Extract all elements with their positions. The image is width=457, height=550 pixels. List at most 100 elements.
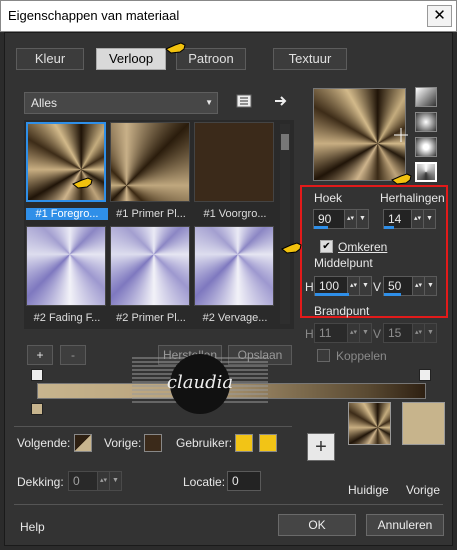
chevron-down-icon[interactable]: ▼	[424, 324, 436, 342]
separator	[14, 426, 292, 427]
watermark-logo: claudia	[132, 354, 268, 414]
chevron-down-icon[interactable]: ▼	[109, 472, 121, 490]
next-color-swatch[interactable]	[74, 434, 92, 452]
gradient-label: #1 Primer Pl...	[116, 208, 186, 220]
brandpunt-h-spinner[interactable]: 11 ▴▾ ▼	[314, 323, 372, 343]
locatie-value: 0	[232, 474, 239, 488]
watermark-text: claudia	[167, 372, 233, 393]
tab-verloop[interactable]: Verloop	[96, 48, 166, 70]
user-color-swatch[interactable]	[235, 434, 253, 452]
hoek-level-bar	[314, 226, 328, 229]
color-stop-marker[interactable]	[31, 403, 43, 415]
omkeren-label: Omkeren	[338, 240, 388, 254]
hoek-label: Hoek	[314, 191, 343, 205]
omkeren-checkbox[interactable]: ✔	[320, 240, 333, 253]
locatie-input[interactable]: 0	[227, 471, 261, 491]
dekking-value: 0	[73, 474, 80, 488]
bv-value: 15	[388, 326, 402, 340]
gradient-thumb[interactable]	[194, 226, 274, 306]
previous-gradient-swatch	[402, 402, 445, 445]
gradient-label: #1 Voorgro...	[203, 208, 267, 220]
vorige-label: Vorige:	[104, 436, 142, 450]
tab-textuur[interactable]: Textuur	[273, 48, 347, 70]
gradient-gallery: #1 Foregro... #1 Primer Pl... #1 Voorgro…	[24, 120, 294, 329]
brandpunt-label: Brandpunt	[314, 304, 370, 318]
gradient-preview	[313, 88, 406, 181]
tab-kleur[interactable]: Kleur	[16, 48, 84, 70]
remove-gradient-button[interactable]: -	[60, 345, 86, 365]
pointer-hand-icon	[72, 177, 93, 189]
ok-button[interactable]: OK	[278, 514, 356, 536]
h-label: H	[305, 280, 314, 294]
chevron-down-icon[interactable]: ▼	[424, 277, 436, 295]
gallery-scroll-thumb[interactable]	[281, 134, 289, 150]
chevron-down-icon[interactable]: ▼	[359, 324, 371, 342]
gradient-label: #2 Primer Pl...	[116, 312, 186, 324]
hoek-spinner[interactable]: 90 ▴▾ ▼	[313, 209, 369, 229]
gradient-label: #2 Vervage...	[202, 312, 268, 324]
category-dropdown[interactable]: Alles ▼	[24, 92, 218, 114]
herhalingen-label: Herhalingen	[380, 191, 445, 205]
spin-up-down-icon[interactable]: ▴▾	[412, 277, 424, 295]
spin-up-down-icon[interactable]: ▴▾	[97, 472, 109, 490]
gradient-label: #2 Fading F...	[33, 312, 101, 324]
opacity-stop-marker[interactable]	[419, 369, 431, 381]
radial-style-icon[interactable]	[415, 137, 437, 157]
gradient-thumb[interactable]	[110, 122, 190, 202]
middelpunt-h-spinner[interactable]: 100 ▴▾ ▼	[314, 276, 372, 296]
current-gradient-swatch	[348, 402, 391, 445]
cancel-button[interactable]: Annuleren	[366, 514, 444, 536]
chevron-down-icon[interactable]: ▼	[423, 210, 435, 228]
koppelen-checkbox[interactable]	[317, 349, 330, 362]
middelpunt-label: Middelpunt	[314, 256, 373, 270]
herhalingen-level-bar	[384, 226, 394, 229]
gradient-thumb[interactable]	[110, 226, 190, 306]
dekking-spinner[interactable]: 0 ▴▾ ▼	[68, 471, 122, 491]
user-color-swatch[interactable]	[259, 434, 277, 452]
spin-up-down-icon[interactable]: ▴▾	[347, 324, 359, 342]
center-crosshair-icon[interactable]	[394, 128, 408, 142]
sunburst-style-icon[interactable]	[415, 162, 437, 182]
pointer-hand-icon	[165, 42, 186, 54]
title-bar: Eigenschappen van materiaal ✕	[0, 0, 457, 32]
brandpunt-v-spinner[interactable]: 15 ▴▾ ▼	[383, 323, 437, 343]
bh-label: H	[305, 327, 314, 341]
add-to-swatches-button[interactable]: +	[307, 433, 335, 461]
library-icon[interactable]	[236, 93, 252, 109]
chevron-down-icon[interactable]: ▼	[356, 210, 368, 228]
gradient-thumb[interactable]	[26, 122, 106, 202]
herhalingen-spinner[interactable]: 14 ▴▾ ▼	[383, 209, 436, 229]
rectangular-style-icon[interactable]	[415, 112, 437, 132]
opacity-stop-marker[interactable]	[31, 369, 43, 381]
v-value: 50	[388, 279, 402, 293]
chevron-down-icon[interactable]: ▼	[359, 277, 371, 295]
gebruiker-label: Gebruiker:	[176, 436, 233, 450]
window-title: Eigenschappen van materiaal	[8, 8, 180, 23]
h-value: 100	[319, 279, 340, 293]
close-button[interactable]: ✕	[427, 5, 452, 27]
volgende-label: Volgende:	[17, 436, 71, 450]
gradient-thumb[interactable]	[26, 226, 106, 306]
gallery-scrollbar[interactable]	[280, 124, 290, 324]
h-level-bar	[315, 293, 349, 296]
bh-value: 11	[319, 326, 332, 340]
linear-style-icon[interactable]	[415, 87, 437, 107]
help-link[interactable]: Help	[20, 520, 45, 534]
spin-up-down-icon[interactable]: ▴▾	[411, 210, 423, 228]
previous-color-swatch[interactable]	[144, 434, 162, 452]
spin-up-down-icon[interactable]: ▴▾	[344, 210, 356, 228]
separator	[14, 504, 443, 505]
arrow-right-icon[interactable]	[274, 94, 288, 108]
spin-up-down-icon[interactable]: ▴▾	[412, 324, 424, 342]
koppelen-label: Koppelen	[336, 349, 387, 363]
v-label: V	[373, 280, 382, 294]
hoek-value: 90	[318, 212, 332, 226]
huidige-label: Huidige	[348, 483, 389, 497]
bv-label: V	[373, 327, 382, 341]
middelpunt-v-spinner[interactable]: 50 ▴▾ ▼	[383, 276, 437, 296]
locatie-label: Locatie:	[183, 475, 226, 489]
pointer-hand-icon	[281, 242, 302, 254]
add-gradient-button[interactable]: +	[27, 345, 53, 365]
herhalingen-value: 14	[388, 212, 402, 226]
gradient-thumb[interactable]	[194, 122, 274, 202]
